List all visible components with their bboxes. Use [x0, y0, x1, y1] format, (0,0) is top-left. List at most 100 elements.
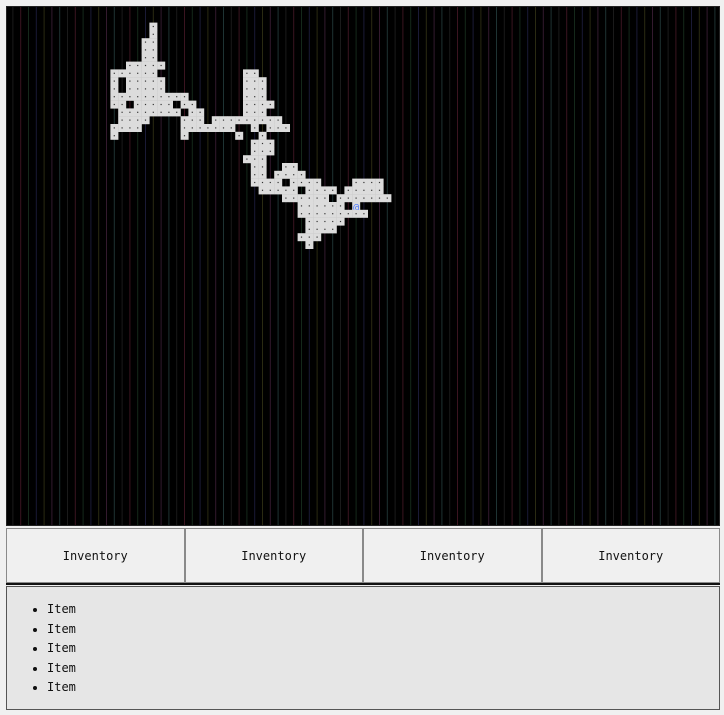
floor-dot: [316, 236, 318, 238]
floor-dot: [332, 228, 334, 230]
floor-dot: [129, 80, 131, 82]
floor-dot: [316, 181, 318, 184]
floor-dot: [144, 111, 147, 113]
floor-dot: [261, 150, 264, 152]
floor-dot: [293, 189, 295, 191]
floor-dot: [363, 189, 365, 191]
tab-bar: Inventory Inventory Inventory Inventory: [6, 528, 720, 585]
floor-dot: [254, 119, 256, 121]
floor-dot: [316, 189, 318, 191]
floor-dot: [160, 64, 162, 67]
floor-dot: [144, 64, 147, 67]
dungeon-map[interactable]: @: [6, 6, 720, 526]
floor-dot: [347, 197, 349, 199]
floor-dot: [261, 135, 264, 137]
inventory-list: Item Item Item Item Item: [7, 587, 719, 698]
floor-dot: [199, 119, 201, 121]
floor-dot: [160, 96, 162, 98]
floor-dot: [269, 150, 271, 152]
floor-dot: [269, 181, 271, 184]
tab-inventory-3[interactable]: Inventory: [363, 528, 542, 583]
floor-dot: [152, 49, 154, 51]
inventory-item[interactable]: Item: [47, 659, 719, 679]
floor-dot: [144, 119, 147, 121]
inventory-item[interactable]: Item: [47, 678, 719, 698]
floor-dot: [254, 127, 256, 129]
floor-dot: [293, 181, 295, 184]
floor-dot: [137, 64, 139, 67]
floor-dot: [113, 127, 115, 129]
floor-dot: [300, 197, 303, 199]
floor-dot: [316, 228, 318, 230]
floor-dot: [254, 181, 256, 184]
floor-dot: [324, 197, 326, 199]
floor-dot: [238, 119, 240, 121]
floor-dot: [261, 80, 264, 82]
floor-dot: [222, 127, 225, 129]
floor-dot: [207, 127, 209, 129]
dungeon-map-canvas: @: [12, 7, 716, 525]
floor-dot: [355, 197, 357, 199]
floor-dot: [113, 88, 115, 90]
floor-dot: [300, 205, 303, 207]
floor-dot: [285, 189, 287, 191]
floor-dot: [183, 103, 186, 106]
floor-dot: [129, 119, 131, 121]
floor-dot: [324, 220, 326, 223]
floor-dot: [113, 80, 115, 82]
floor-dot: [160, 103, 162, 106]
floor-dot: [324, 228, 326, 230]
floor-dot: [254, 158, 256, 160]
floor-dot: [261, 174, 264, 176]
floor-dot: [144, 103, 147, 106]
floor-dot: [129, 111, 131, 113]
tab-inventory-2[interactable]: Inventory: [184, 528, 363, 583]
floor-dot: [254, 150, 256, 152]
floor-dot: [308, 236, 310, 238]
floor-dot: [160, 80, 162, 82]
floor-dot: [113, 103, 115, 106]
floor-dot: [308, 244, 310, 246]
floor-dot: [269, 142, 271, 145]
floor-dot: [121, 111, 123, 113]
floor-dot: [355, 213, 357, 215]
inventory-item[interactable]: Item: [47, 620, 719, 640]
inventory-item[interactable]: Item: [47, 600, 719, 620]
floor-dot: [308, 228, 310, 230]
floor-dot: [254, 103, 256, 106]
tab-inventory-1[interactable]: Inventory: [6, 528, 185, 583]
floor-dot: [152, 57, 154, 59]
floor-dot: [129, 64, 131, 67]
floor-dot: [355, 189, 357, 191]
floor-dot: [129, 96, 131, 98]
floor-dot: [144, 57, 147, 59]
floor-dot: [199, 127, 201, 129]
floor-dot: [152, 64, 154, 67]
floor-dot: [137, 96, 139, 98]
floor-dot: [261, 189, 264, 191]
floor-dot: [152, 96, 154, 98]
floor-dot: [269, 103, 271, 106]
floor-dot: [308, 189, 310, 191]
floor-dot: [191, 111, 193, 113]
floor-dot: [199, 111, 201, 113]
floor-dot: [261, 166, 264, 168]
floor-dot: [121, 96, 123, 98]
floor-dot: [308, 220, 310, 223]
floor-dot: [121, 127, 123, 129]
floor-dot: [285, 174, 287, 176]
floor-dot: [316, 197, 318, 199]
floor-dot: [137, 88, 139, 90]
floor-dot: [160, 111, 162, 113]
inventory-item[interactable]: Item: [47, 639, 719, 659]
floor-dot: [261, 181, 264, 184]
floor-dot: [144, 41, 147, 43]
floor-dot: [293, 197, 295, 199]
floor-dot: [324, 213, 326, 215]
tab-inventory-4[interactable]: Inventory: [541, 528, 720, 583]
floor-dot: [152, 41, 154, 43]
floor-dot: [355, 181, 357, 184]
floor-dot: [246, 96, 248, 98]
floor-dot: [144, 80, 147, 82]
floor-dot: [261, 111, 264, 113]
